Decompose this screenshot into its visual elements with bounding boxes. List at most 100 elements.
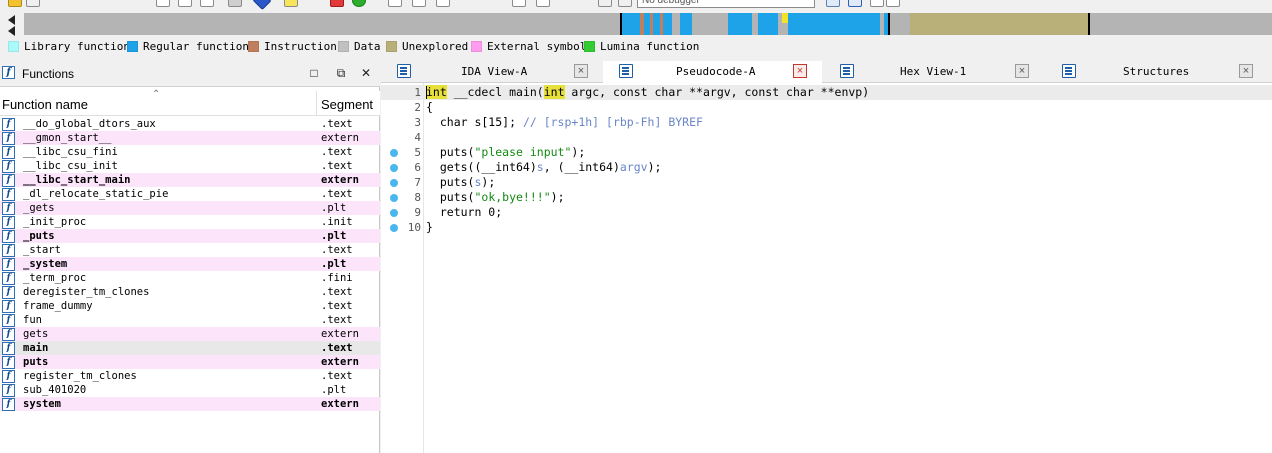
play-icon[interactable]	[576, 0, 590, 7]
function-icon: f	[2, 328, 15, 341]
function-row[interactable]: f deregister_tm_clones .text	[0, 285, 380, 299]
code-token: int	[426, 85, 447, 99]
function-name: _puts	[23, 230, 55, 242]
breakpoint-dot-icon[interactable]	[390, 224, 398, 232]
code-line[interactable]: 8 puts("ok,bye!!!");	[381, 190, 1272, 205]
functions-list[interactable]: f __do_global_dtors_aux .text f __gmon_start…	[0, 117, 380, 411]
attach-icon[interactable]	[826, 0, 840, 7]
stop-icon[interactable]	[330, 0, 344, 7]
function-row[interactable]: f frame_dummy .text	[0, 299, 380, 313]
code-line[interactable]: 1 int __cdecl main(int argc, const char *…	[381, 85, 1272, 100]
code-line[interactable]: 7 puts(s);	[381, 175, 1272, 190]
breakpoint-dot-icon[interactable]	[390, 194, 398, 202]
function-icon: f	[2, 272, 15, 285]
breakpoint-dot-icon[interactable]	[390, 179, 398, 187]
code-line[interactable]: 5 puts("please input");	[381, 145, 1272, 160]
function-name: main	[23, 342, 49, 354]
copy-icon[interactable]	[848, 0, 862, 7]
tab-ida-view-a[interactable]: IDA View-A ×	[381, 61, 601, 83]
function-name: __libc_csu_init	[23, 160, 118, 172]
text-caret	[426, 86, 427, 99]
code-line[interactable]: 2{	[381, 100, 1272, 115]
function-row[interactable]: f sub_401020 .plt	[0, 383, 380, 397]
pseudocode-view[interactable]: 1 int __cdecl main(int argc, const char *…	[381, 83, 1272, 453]
tab-hex-view-1[interactable]: Hex View-1 ×	[824, 61, 1044, 83]
breakpoint-dot-icon[interactable]	[390, 149, 398, 157]
marker-icon[interactable]	[252, 0, 272, 10]
back-icon[interactable]	[84, 0, 98, 7]
jump-icon[interactable]	[228, 0, 242, 7]
function-segment: .fini	[321, 272, 353, 284]
function-row[interactable]: f _term_proc .fini	[0, 271, 380, 285]
code-line[interactable]: 4	[381, 130, 1272, 145]
tab-structures[interactable]: Structures ×	[1046, 61, 1266, 83]
close-x-icon[interactable]	[512, 0, 526, 7]
function-row[interactable]: f _gets .plt	[0, 201, 380, 215]
hex3-icon[interactable]	[436, 0, 450, 7]
function-row[interactable]: f _system .plt	[0, 257, 380, 271]
nav-left-arrow-icon[interactable]	[8, 15, 15, 25]
text-icon[interactable]	[284, 0, 298, 7]
hex-icon[interactable]	[388, 0, 402, 7]
code-line[interactable]: 3 char s[15]; // [rsp+1h] [rbp-Fh] BYREF	[381, 115, 1272, 130]
save-icon[interactable]	[26, 0, 40, 7]
function-row[interactable]: f system extern	[0, 397, 380, 411]
function-row[interactable]: f __libc_csu_init .text	[0, 159, 380, 173]
code-icon[interactable]	[156, 0, 170, 7]
function-row[interactable]: f fun .text	[0, 313, 380, 327]
run-icon[interactable]	[352, 0, 366, 7]
function-row[interactable]: f _init_proc .init	[0, 215, 380, 229]
code-line[interactable]: 10}	[381, 220, 1272, 235]
column-segment[interactable]: Segment	[321, 97, 373, 112]
view-icon[interactable]	[886, 0, 900, 7]
maximize-icon[interactable]: □	[307, 66, 321, 80]
function-row[interactable]: f _dl_relocate_static_pie .text	[0, 187, 380, 201]
function-segment: .text	[321, 160, 353, 172]
tab-close-icon[interactable]: ×	[574, 64, 588, 78]
stop2-icon[interactable]	[618, 0, 632, 7]
code-line[interactable]: 6 gets((__int64)s, (__int64)argv);	[381, 160, 1272, 175]
navigation-band[interactable]	[0, 11, 1272, 37]
function-icon: f	[2, 202, 15, 215]
legend-item: Instruction	[248, 40, 337, 53]
function-row[interactable]: f __libc_csu_fini .text	[0, 145, 380, 159]
function-row[interactable]: f _start .text	[0, 243, 380, 257]
function-row[interactable]: f __do_global_dtors_aux .text	[0, 117, 380, 131]
function-row[interactable]: f __gmon_start__ extern	[0, 131, 380, 145]
pause-icon[interactable]	[598, 0, 612, 7]
tab-close-icon[interactable]: ×	[1239, 64, 1253, 78]
function-row[interactable]: f _puts .plt	[0, 229, 380, 243]
code-text: return 0;	[426, 205, 502, 220]
function-row[interactable]: f puts extern	[0, 355, 380, 369]
function-row[interactable]: f main .text	[0, 341, 380, 355]
nav-left-arrow-icon-2[interactable]	[8, 26, 15, 36]
column-divider[interactable]	[316, 91, 317, 116]
debugger-select[interactable]: No debugger	[637, 0, 815, 8]
function-row[interactable]: f __libc_start_main extern	[0, 173, 380, 187]
close-icon[interactable]: ✕	[359, 66, 373, 80]
tab-close-icon[interactable]: ×	[1015, 64, 1029, 78]
tab-close-icon[interactable]: ×	[793, 64, 807, 78]
code-token: argv	[619, 160, 648, 174]
navigation-strip[interactable]	[24, 13, 1272, 35]
function-segment: .plt	[321, 258, 347, 270]
code-line[interactable]: 9 return 0;	[381, 205, 1272, 220]
tab-pseudocode-a[interactable]: Pseudocode-A ×	[603, 61, 822, 84]
struct-icon[interactable]	[200, 0, 214, 7]
layout-icon[interactable]	[870, 0, 884, 7]
open-file-icon[interactable]	[8, 0, 22, 7]
breakpoint-dot-icon[interactable]	[390, 164, 398, 172]
code-text: puts(s);	[426, 175, 495, 190]
restore-icon[interactable]: ⧉	[334, 66, 348, 80]
function-row[interactable]: f register_tm_clones .text	[0, 369, 380, 383]
data-icon[interactable]	[178, 0, 192, 7]
tool-icon[interactable]	[536, 0, 550, 7]
function-icon: f	[2, 314, 15, 327]
breakpoint-dot-icon[interactable]	[390, 209, 398, 217]
function-row[interactable]: f gets extern	[0, 327, 380, 341]
column-function-name[interactable]: Function name	[2, 97, 88, 112]
function-name: __libc_csu_fini	[23, 146, 118, 158]
sort-ascending-icon[interactable]: ⌃	[152, 89, 160, 100]
legend: Library function Regular function Instruct…	[0, 37, 1272, 56]
hex2-icon[interactable]	[412, 0, 426, 7]
